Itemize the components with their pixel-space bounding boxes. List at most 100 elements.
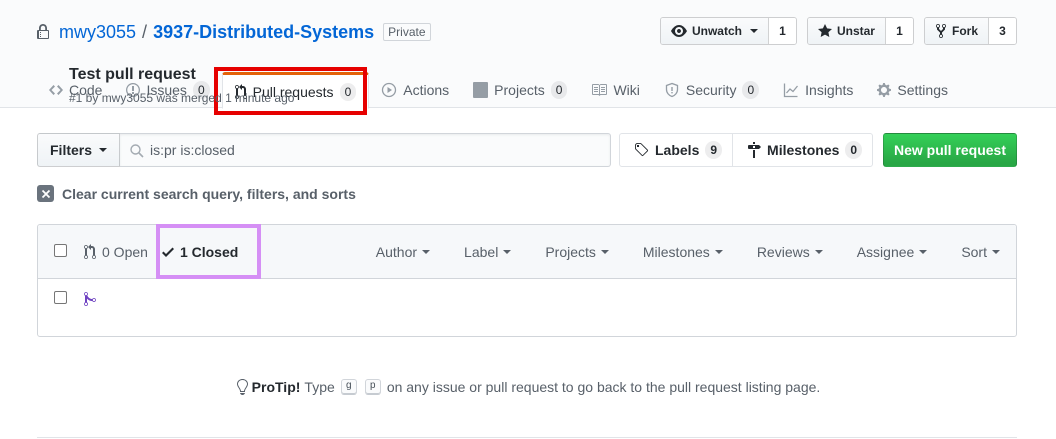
filters-label: Filters [50,142,93,158]
chevron-down-icon [814,250,823,254]
open-filter-link[interactable]: 0 Open [84,244,148,260]
closed-filter-link[interactable]: 1 Closed [161,244,239,260]
tab-settings[interactable]: Settings [865,72,960,108]
pr-meta: #1 by mwy3055 was merged 1 minute ago [69,91,295,105]
tab-projects[interactable]: Projects 0 [461,72,579,108]
eye-icon [670,23,687,39]
book-icon [591,82,608,98]
pr-title-link[interactable]: Test pull request [69,66,196,84]
pr-select-checkbox[interactable] [54,291,67,304]
milestones-menu-label: Milestones [642,244,710,260]
reviews-menu[interactable]: Reviews [757,244,823,260]
assignee-menu[interactable]: Assignee [857,244,928,260]
milestone-icon [747,142,762,158]
chevron-down-icon [749,29,758,33]
search-box [120,133,612,167]
select-all-checkbox[interactable] [54,244,67,257]
author-menu[interactable]: Author [375,244,431,260]
labels-label: Labels [655,142,700,158]
list-header: 0 Open 1 Closed Author Label Projects Mi… [38,225,1016,279]
unstar-button[interactable]: Unstar [807,18,885,44]
watch-group: Unwatch 1 [659,17,797,45]
stargazers-count[interactable]: 1 [884,18,913,44]
watchers-count[interactable]: 1 [767,18,796,44]
protip: ProTip! Type g p on any issue or pull re… [0,379,1056,395]
fork-icon [935,23,947,39]
repo-owner-link[interactable]: mwy3055 [59,22,136,43]
shield-icon [664,82,680,98]
label-menu-label: Label [464,244,499,260]
author-menu-label: Author [375,244,418,260]
pagehead-actions: Unwatch 1 Unstar 1 Fork 3 [659,17,1017,45]
projects-menu-label: Projects [545,244,596,260]
search-icon [129,143,145,159]
tab-projects-label: Projects [494,82,545,98]
key-p: p [364,379,381,395]
tab-insights[interactable]: Insights [771,72,865,108]
protip-label: ProTip! [251,379,301,395]
git-pull-request-icon [84,244,96,260]
chevron-down-icon [503,250,512,254]
open-count-label: 0 Open [102,244,148,260]
pull-requests-counter: 0 [339,82,357,101]
projects-menu[interactable]: Projects [545,244,609,260]
unwatch-button[interactable]: Unwatch [660,18,768,44]
subnav: Filters Labels 9 Milestones 0 New pull r… [37,133,1017,167]
unstar-label: Unstar [836,24,875,38]
reviews-menu-label: Reviews [756,244,810,260]
tab-security[interactable]: Security 0 [652,72,771,108]
clear-query-label: Clear current search query, filters, and… [62,185,356,202]
play-icon [381,82,397,98]
tab-wiki[interactable]: Wiki [579,72,651,108]
forks-count[interactable]: 3 [988,18,1016,44]
repo-title: mwy3055 / 3937-Distributed-Systems Priva… [37,20,431,44]
milestones-counter: 0 [845,141,863,159]
assignee-menu-label: Assignee [856,244,915,260]
clear-query-link[interactable]: Clear current search query, filters, and… [37,185,356,202]
sort-menu-label: Sort [961,244,987,260]
check-icon [161,244,174,260]
tab-security-label: Security [685,82,737,98]
footer-divider [37,437,1017,438]
fork-group: Fork 3 [923,17,1017,45]
lock-icon [37,24,49,40]
chevron-down-icon [992,250,1000,254]
tag-icon [634,142,649,158]
new-pull-request-button[interactable]: New pull request [883,133,1017,167]
tab-settings-label: Settings [897,82,948,98]
chevron-down-icon [919,250,928,254]
protip-before: Type [304,379,335,395]
chevron-down-icon [714,250,723,254]
protip-after: on any issue or pull request to go back … [386,379,821,395]
private-badge: Private [383,23,431,41]
filters-group: Filters [37,133,612,167]
key-g: g [340,379,357,395]
gear-icon [877,82,892,98]
fork-button[interactable]: Fork [924,18,988,44]
sort-menu[interactable]: Sort [961,244,1000,260]
graph-icon [783,82,799,98]
fork-label: Fork [951,24,978,38]
milestones-link[interactable]: Milestones 0 [732,134,872,166]
project-icon [473,82,489,98]
git-merge-icon [84,291,96,307]
projects-counter: 0 [550,81,568,99]
filter-menus: Author Label Projects Milestones Reviews… [342,225,1000,279]
tab-actions[interactable]: Actions [369,72,461,108]
unwatch-label: Unwatch [691,24,742,38]
filters-button[interactable]: Filters [37,133,121,167]
labels-link[interactable]: Labels 9 [620,134,732,166]
star-icon [817,23,832,39]
chevron-down-icon [99,148,108,152]
tab-insights-label: Insights [805,82,854,98]
chevron-down-icon [600,250,609,254]
repo-name-link[interactable]: 3937-Distributed-Systems [153,22,374,43]
closed-count-label: 1 Closed [179,244,239,260]
path-separator: / [142,21,148,42]
label-menu[interactable]: Label [464,244,512,260]
milestones-menu[interactable]: Milestones [643,244,723,260]
chevron-down-icon [422,250,431,254]
search-input[interactable] [150,134,601,166]
security-counter: 0 [742,81,760,99]
star-group: Unstar 1 [806,17,914,45]
